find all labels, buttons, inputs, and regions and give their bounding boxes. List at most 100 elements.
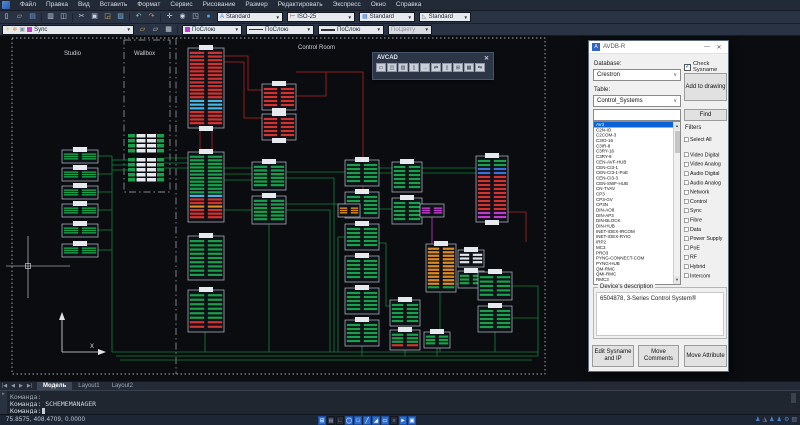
filter-checkbox-audio-analog[interactable]: Audio Analog [684, 178, 728, 187]
dynamic-ucs-toggle[interactable]: ◢ [372, 416, 380, 425]
plot-preview-button[interactable]: ◫ [57, 12, 70, 22]
osnap-toggle[interactable]: □ [354, 416, 362, 425]
text-style-combo[interactable]: A Standard ▼ [217, 12, 283, 22]
app-logo-icon[interactable] [2, 1, 10, 9]
lineweight-toggle[interactable]: ≡ [390, 416, 398, 425]
selection-cycling-toggle[interactable]: ► [399, 416, 407, 425]
filter-checkbox-intercom[interactable]: Intercom [684, 271, 728, 280]
database-select[interactable]: Crestron ∨ [593, 69, 681, 81]
filter-checkbox-hybrid[interactable]: Hybrid [684, 262, 728, 271]
edit-sysname-button[interactable]: Edit Sysname and IP [592, 345, 634, 367]
tab-last-icon[interactable]: ▶| [25, 383, 34, 389]
linetype-combo[interactable]: ПоСлою ▼ [246, 25, 314, 35]
avcad-tool-3-button[interactable]: ▥ [398, 63, 408, 72]
plot-button[interactable]: ▥ [44, 12, 57, 22]
command-window[interactable]: ▸ Команда:Команда: SCHEMEMANAGERКоманда: [0, 390, 800, 414]
plotstyle-combo[interactable]: ПоЦвету ▼ [388, 25, 432, 35]
dynamic-input-toggle[interactable]: ▭ [381, 416, 389, 425]
model-space-icon[interactable]: ♟ [755, 416, 760, 425]
avcad-tool-4-button[interactable]: ▯ [409, 63, 419, 72]
avcad-tool-6-button[interactable]: ⇄ [431, 63, 441, 72]
search-input[interactable] [593, 109, 681, 121]
table-style-combo[interactable]: ▦ Standard ▼ [359, 12, 415, 22]
menu-item-файл[interactable]: Файл [15, 0, 41, 10]
list-scrollbar[interactable]: ▲ ▼ [673, 122, 680, 284]
menu-item-сервис[interactable]: Сервис [165, 0, 197, 10]
filter-checkbox-sync[interactable]: Sync [684, 206, 728, 215]
new-button[interactable]: ▯ [0, 12, 13, 22]
undo-button[interactable]: ↶ [132, 12, 145, 22]
redo-button[interactable]: ↷ [145, 12, 158, 22]
filter-checkbox-power-supply[interactable]: Power Supply [684, 234, 728, 243]
match-properties-button[interactable]: ▨ [114, 12, 127, 22]
filter-checkbox-audio-digital[interactable]: Audio Digital [684, 169, 728, 178]
dim-style-combo[interactable]: ⊢ ISO-25 ▼ [287, 12, 355, 22]
scroll-down-icon[interactable]: ▼ [674, 276, 680, 284]
scroll-thumb[interactable] [675, 131, 680, 153]
annotation-visibility-icon[interactable]: ♟ [769, 416, 774, 425]
menu-item-редактировать[interactable]: Редактировать [273, 0, 328, 10]
filter-checkbox-control[interactable]: Control [684, 197, 728, 206]
device-list[interactable]: AV3C2N-IOC2COM-3C3IO-16C3IR-8C3RY-16C3RY… [593, 121, 681, 285]
tab-first-icon[interactable]: |◀ [0, 383, 9, 389]
menu-item-формат[interactable]: Формат [132, 0, 165, 10]
filter-checkbox-network[interactable]: Network [684, 187, 728, 196]
snap-toggle[interactable]: ⊞ [318, 416, 326, 425]
find-button[interactable]: Find [684, 109, 727, 121]
mleader-style-combo[interactable]: ◺ Standard ▼ [419, 12, 471, 22]
filter-checkbox-data[interactable]: Data [684, 225, 728, 234]
grid-toggle[interactable]: ▦ [327, 416, 335, 425]
command-scrollbar[interactable] [791, 393, 796, 403]
drawing-canvas[interactable]: StudioWallboxControl RoomX AVCAD ✕ ▭◫▥▯→… [0, 36, 800, 381]
filter-checkbox-video-analog[interactable]: Video Analog [684, 160, 728, 169]
menu-item-окно[interactable]: Окно [366, 0, 391, 10]
minimize-icon[interactable]: — [701, 44, 713, 50]
tab-prev-icon[interactable]: ◀ [9, 383, 17, 389]
clean-screen-icon[interactable]: ▨ [791, 416, 797, 425]
zoom-window-button[interactable]: ◳ [189, 12, 202, 22]
table-select[interactable]: Control_Systems ∨ [593, 95, 681, 107]
copy-button[interactable]: ▣ [88, 12, 101, 22]
filter-checkbox-video-digital[interactable]: Video Digital [684, 150, 728, 159]
layer-previous-button[interactable]: ▱ [149, 25, 162, 35]
menu-item-экспресс[interactable]: Экспресс [328, 0, 366, 10]
filter-checkbox-poe[interactable]: PoE [684, 243, 728, 252]
tab-next-icon[interactable]: ▶ [17, 383, 25, 389]
otrack-toggle[interactable]: ╱ [363, 416, 371, 425]
add-to-drawing-button[interactable]: Add to drawing [684, 73, 727, 101]
filter-checkbox-rf[interactable]: RF [684, 253, 728, 262]
avcad-tool-9-button[interactable]: ▦ [464, 63, 474, 72]
filter-checkbox-fibre[interactable]: Fibre [684, 215, 728, 224]
menu-item-рисование[interactable]: Рисование [198, 0, 241, 10]
annotation-scale-icon[interactable]: ◮ [763, 416, 768, 425]
open-button[interactable]: ▱ [13, 12, 26, 22]
annotation-toggle[interactable]: ▣ [408, 416, 416, 425]
paste-button[interactable]: ◲ [101, 12, 114, 22]
close-icon[interactable]: ✕ [484, 55, 489, 62]
layer-states-button[interactable]: ▱ [136, 25, 149, 35]
settings-gear-icon[interactable]: ⚙ [784, 416, 789, 425]
save-button[interactable]: ▤ [26, 12, 39, 22]
polar-toggle[interactable]: ◯ [345, 416, 353, 425]
render-sphere-button[interactable]: ● [202, 12, 215, 22]
avcad-tool-1-button[interactable]: ▭ [376, 63, 386, 72]
close-icon[interactable]: ✕ [713, 44, 725, 51]
menu-item-справка[interactable]: Справка [391, 0, 427, 10]
avdb-panel-titlebar[interactable]: A AVDB-R — ✕ [589, 41, 728, 54]
avcad-toolbar-title[interactable]: AVCAD ✕ [373, 53, 493, 63]
move-attribute-button[interactable]: Move Attribute [684, 345, 727, 367]
layer-isolate-button[interactable]: ▦ [162, 25, 175, 35]
avcad-tool-2-button[interactable]: ◫ [387, 63, 397, 72]
annotation-autoscale-icon[interactable]: ♟ [777, 416, 782, 425]
menu-item-вид[interactable]: Вид [73, 0, 95, 10]
ortho-toggle[interactable]: ∟ [336, 416, 344, 425]
filter-checkbox-select-all[interactable]: Select All [684, 135, 728, 144]
menu-item-вставить[interactable]: Вставить [95, 0, 133, 10]
menu-item-размер[interactable]: Размер [240, 0, 272, 10]
avcad-tool-10-button[interactable]: ⇆ [475, 63, 485, 72]
layer-combo[interactable]: ☀ ❄ ▣ Sync ▼ [2, 25, 134, 35]
pan-button[interactable]: ✛ [163, 12, 176, 22]
zoom-realtime-button[interactable]: ◉ [176, 12, 189, 22]
move-comments-button[interactable]: Move Comments [638, 345, 679, 367]
avcad-tool-7-button[interactable]: ▯ [442, 63, 452, 72]
